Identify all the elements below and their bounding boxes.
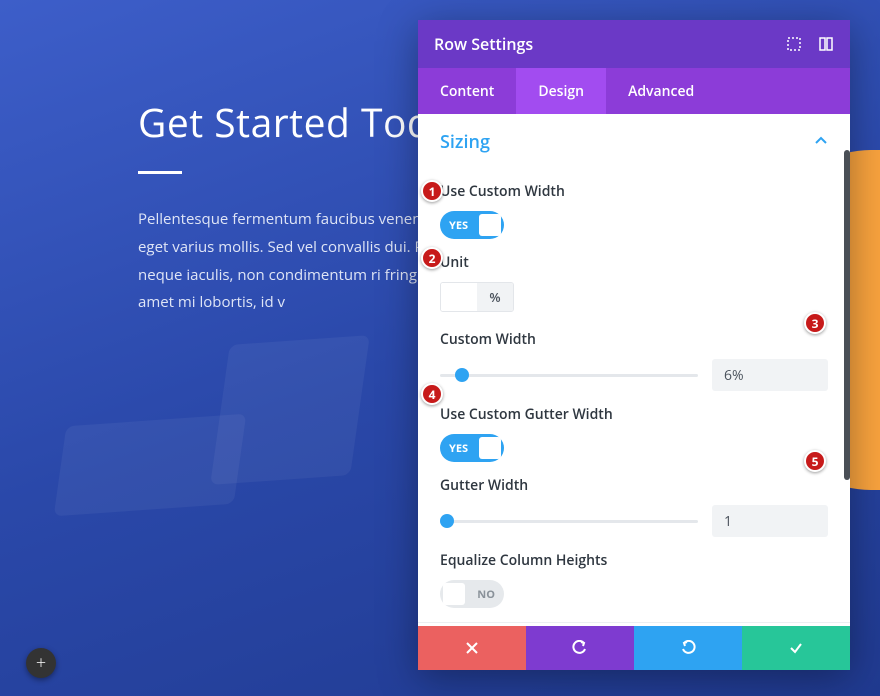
unit-seg-blank[interactable] [441,283,477,311]
cancel-button[interactable] [418,626,526,670]
section-sizing-title: Sizing [440,130,490,154]
toggle-text: NO [477,587,495,602]
unit-seg-percent[interactable]: % [477,283,513,311]
section-sizing-head[interactable]: Sizing [418,114,850,164]
slider-thumb[interactable] [440,514,454,528]
slider-gutter-width[interactable] [440,513,698,529]
modal-header: Row Settings [418,20,850,68]
toggle-use-custom-gutter[interactable]: YES [440,434,504,462]
toggle-knob [443,583,465,605]
label-custom-width: Custom Width [440,330,828,349]
chevron-up-icon [814,130,828,154]
label-equalize: Equalize Column Heights [440,551,828,570]
label-use-custom-gutter: Use Custom Gutter Width [440,405,828,424]
modal-title: Row Settings [434,33,533,55]
toggle-knob [479,437,501,459]
slider-track [440,374,698,377]
toggle-use-custom-width[interactable]: YES [440,211,504,239]
label-gutter-width: Gutter Width [440,476,828,495]
tab-design[interactable]: Design [516,68,606,114]
panel-body: Sizing Use Custom Width YES Unit % Custo… [418,114,850,626]
value-gutter-width[interactable]: 1 [712,505,828,537]
hero-rule [138,171,182,174]
decor-shape [210,335,370,485]
undo-button[interactable] [526,626,634,670]
value-custom-width[interactable]: 6% [712,359,828,391]
toggle-knob [479,214,501,236]
scrollbar[interactable] [844,150,850,480]
callout-1: 1 [421,180,443,202]
save-button[interactable] [742,626,850,670]
modal-footer [418,626,850,670]
expand-icon[interactable] [786,36,802,52]
toggle-text: YES [449,218,468,233]
section-sizing: Use Custom Width YES Unit % Custom Width… [418,164,850,622]
unit-segmented[interactable]: % [440,282,514,312]
toggle-equalize[interactable]: NO [440,580,504,608]
callout-4: 4 [421,383,443,405]
callout-3: 3 [804,312,826,334]
callout-5: 5 [804,450,826,472]
snap-icon[interactable] [818,36,834,52]
label-use-custom-width: Use Custom Width [440,182,828,201]
label-unit: Unit [440,253,828,272]
redo-button[interactable] [634,626,742,670]
tabs: Content Design Advanced [418,68,850,114]
toggle-text: YES [449,441,468,456]
tab-content[interactable]: Content [418,68,516,114]
row-settings-modal: Row Settings Content Design Advanced Siz… [418,20,850,670]
add-fab[interactable]: + [26,648,56,678]
slider-thumb[interactable] [455,368,469,382]
section-spacing-head[interactable]: Spacing [418,622,850,626]
slider-custom-width[interactable] [440,367,698,383]
slider-track [440,520,698,523]
callout-2: 2 [421,247,443,269]
tab-advanced[interactable]: Advanced [606,68,716,114]
